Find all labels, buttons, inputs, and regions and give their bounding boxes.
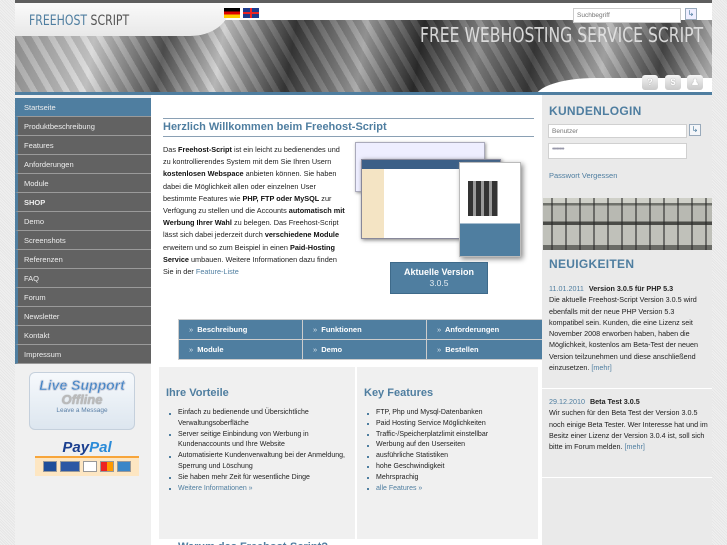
feature-list-link[interactable]: Feature-Liste: [196, 267, 239, 276]
list-item: Werbung auf den Userseiten: [365, 440, 488, 451]
header-banner: FREEHOST SCRIPT ↳ FREE WEBHOSTING SERVIC…: [15, 3, 712, 92]
divider: [542, 388, 712, 389]
flag-en-icon[interactable]: [243, 8, 259, 18]
page: FREEHOST SCRIPT ↳ FREE WEBHOSTING SERVIC…: [15, 0, 712, 545]
key-features-box: Key Features FTP, Php und Mysql-Datenban…: [357, 367, 538, 539]
list-item: Paid Hosting Service Möglichkeiten: [365, 419, 488, 430]
paypal-logo: PayPal: [35, 440, 139, 478]
nav-item-shop[interactable]: SHOP: [15, 193, 151, 212]
quicknav-anforderungen[interactable]: » Anforderungen: [427, 320, 551, 339]
quicknav-funktionen[interactable]: » Funktionen: [303, 320, 426, 339]
live-support-button[interactable]: Live Support Offline Leave a Message: [29, 372, 135, 430]
right-sidebar: KUNDENLOGIN ↳ •••••••• Passwort Vergesse…: [542, 95, 712, 545]
main-content: Herzlich Willkommen beim Freehost-Script…: [151, 95, 551, 545]
nav-item-anforderungen[interactable]: Anforderungen: [15, 155, 151, 174]
news-item: 11.01.2011 Version 3.0.5 für PHP 5.3 Die a…: [549, 283, 711, 373]
version-number: 3.0.5: [429, 278, 449, 288]
dollar-icon[interactable]: $: [665, 75, 681, 90]
news-item: 29.12.2010 Beta Test 3.0.5 Wir suchen für …: [549, 396, 711, 452]
news-headline: Beta Test 3.0.5: [589, 397, 640, 406]
list-item: Server seitige Einbindung von Werbung in…: [167, 430, 355, 452]
key-features-list: FTP, Php und Mysql-Datenbanken Paid Host…: [365, 408, 488, 494]
list-item: Sie haben mehr Zeit für wesentliche Ding…: [167, 473, 355, 484]
quicknav-beschreibung[interactable]: » Beschreibung: [179, 320, 302, 339]
intro-text: Das Freehost-Script ist ein leicht zu be…: [163, 145, 345, 277]
all-features-link[interactable]: alle Features »: [376, 485, 422, 492]
advantages-title: Ihre Vorteile: [166, 387, 229, 399]
welcome-title: Herzlich Willkommen beim Freehost-Script: [163, 121, 387, 133]
search-submit-button[interactable]: ↳: [685, 8, 697, 20]
sidebar: Startseite Produktbeschreibung Features …: [15, 95, 151, 545]
server-rack-image: [543, 198, 712, 250]
user-icon[interactable]: ♟: [687, 75, 703, 90]
quick-nav: » Beschreibung » Funktionen » Anforderun…: [178, 319, 551, 360]
news-text: Die aktuelle Freehost-Script Version 3.0…: [549, 295, 699, 373]
advantages-list: Einfach zu bedienende und Übersichtliche…: [167, 408, 355, 494]
nav-item-demo[interactable]: Demo: [15, 212, 151, 231]
live-support-label: Live Support: [39, 377, 125, 393]
current-version-badge[interactable]: Aktuelle Version 3.0.5: [390, 262, 488, 294]
nav-item-faq[interactable]: FAQ: [15, 269, 151, 288]
nav-item-startseite[interactable]: Startseite: [15, 98, 151, 117]
section-heading: Warum das Freehost-Script?: [178, 541, 328, 545]
list-item: Weitere Informationen »: [167, 484, 355, 495]
software-box: [459, 162, 521, 257]
news-date: 29.12.2010: [549, 397, 585, 406]
login-title: KUNDENLOGIN: [549, 104, 642, 118]
list-item: ausführliche Statistiken: [365, 451, 488, 462]
payment-cards: [35, 458, 139, 476]
news-title: NEUIGKEITEN: [549, 257, 635, 271]
quicknav-demo[interactable]: » Demo: [303, 340, 426, 359]
list-item: Einfach zu bedienende und Übersichtliche…: [167, 408, 355, 430]
paypal-wordmark: PayPal: [35, 440, 139, 458]
divider: [163, 136, 534, 137]
slogan: FREE WEBHOSTING SERVICE SCRIPT: [420, 23, 704, 47]
password-input[interactable]: ••••••••: [548, 143, 687, 159]
key-features-title: Key Features: [364, 387, 434, 399]
nav-item-produktbeschreibung[interactable]: Produktbeschreibung: [15, 117, 151, 136]
divider: [542, 477, 712, 478]
news-more-link[interactable]: [mehr]: [591, 363, 611, 372]
login-submit-button[interactable]: ↳: [689, 124, 701, 136]
ec-card-icon: [43, 461, 57, 472]
news-headline: Version 3.0.5 für PHP 5.3: [588, 284, 674, 293]
advantages-box: Ihre Vorteile Einfach zu bedienende und …: [159, 367, 355, 539]
logo-area: FREEHOST SCRIPT: [15, 3, 230, 36]
live-support-status: Offline: [61, 392, 103, 407]
forgot-password-link[interactable]: Passwort Vergessen: [549, 171, 617, 180]
list-item: hohe Geschwindigkeit: [365, 462, 488, 473]
nav-item-referenzen[interactable]: Referenzen: [15, 250, 151, 269]
quicknav-bestellen[interactable]: » Bestellen: [427, 340, 551, 359]
nav-item-forum[interactable]: Forum: [15, 288, 151, 307]
nav-item-module[interactable]: Module: [15, 174, 151, 193]
nav-item-screenshots[interactable]: Screenshots: [15, 231, 151, 250]
mastercard-icon: [100, 461, 114, 472]
list-item: FTP, Php und Mysql-Datenbanken: [365, 408, 488, 419]
logo[interactable]: FREEHOST SCRIPT: [29, 13, 129, 29]
amex-card-icon: [117, 461, 131, 472]
news-more-link[interactable]: [mehr]: [625, 442, 645, 451]
help-icon[interactable]: ?: [642, 75, 658, 90]
list-item: Automatisierte Kundenverwaltung bei der …: [167, 451, 355, 473]
flag-de-icon[interactable]: [224, 8, 240, 18]
nav-item-impressum[interactable]: Impressum: [15, 345, 151, 364]
list-item: Traffic-/Speicherplatzlimit einstellbar: [365, 430, 488, 441]
giropay-card-icon: [60, 461, 80, 472]
username-input[interactable]: [548, 124, 687, 138]
nav-item-kontakt[interactable]: Kontakt: [15, 326, 151, 345]
divider: [163, 118, 534, 119]
main-nav: Startseite Produktbeschreibung Features …: [15, 98, 151, 364]
visa-card-icon: [83, 461, 97, 472]
version-label: Aktuelle Version: [403, 267, 475, 277]
nav-item-newsletter[interactable]: Newsletter: [15, 307, 151, 326]
more-info-link[interactable]: Weitere Informationen »: [178, 485, 253, 492]
nav-item-features[interactable]: Features: [15, 136, 151, 155]
leave-message-label: Leave a Message: [56, 407, 108, 414]
list-item: alle Features »: [365, 484, 488, 495]
search-input[interactable]: [573, 8, 681, 23]
news-date: 11.01.2011: [549, 284, 584, 293]
quicknav-module[interactable]: » Module: [179, 340, 302, 359]
list-item: Mehrsprachig: [365, 473, 488, 484]
